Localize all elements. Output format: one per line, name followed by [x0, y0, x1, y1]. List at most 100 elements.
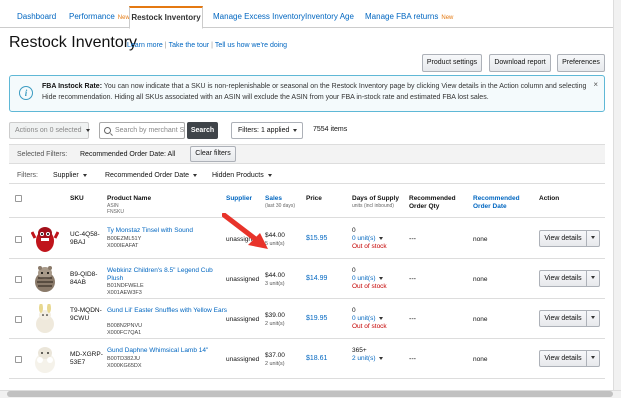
- action-dropdown-button[interactable]: [586, 270, 600, 287]
- price-column-header[interactable]: Price: [306, 195, 322, 203]
- product-name-link[interactable]: Gund Lil' Easter Snuffles with Yellow Ea…: [107, 307, 227, 315]
- select-all-checkbox[interactable]: [15, 195, 22, 202]
- preferences-button[interactable]: Preferences: [557, 54, 605, 72]
- hidden-products-filter[interactable]: Hidden Products: [212, 172, 272, 179]
- product-settings-button[interactable]: Product settings: [422, 54, 482, 72]
- sales-amount: $44.00: [265, 272, 285, 279]
- red-monster-toy-thumbnail[interactable]: [31, 224, 59, 254]
- red-arrow-annotation: [222, 213, 268, 249]
- new-badge: New: [441, 15, 454, 21]
- rec-date-column-header[interactable]: Recommended Order Date: [473, 195, 523, 211]
- search-button[interactable]: Search: [187, 122, 218, 139]
- row-rec-qty: ---: [409, 316, 416, 323]
- supplier-filter[interactable]: Supplier: [53, 172, 87, 179]
- sales-amount: $39.00: [265, 312, 285, 319]
- filters-label: Filters: 1 applied: [238, 127, 290, 134]
- product-name-link[interactable]: Webkinz Children's 8.5" Legend Cub Plush: [107, 267, 227, 283]
- lamb-plush-thumbnail[interactable]: [31, 344, 59, 374]
- product-name-link[interactable]: Ty Monstaz Tinsel with Sound: [107, 227, 227, 235]
- sales-sublabel: (last 30 days): [265, 203, 296, 209]
- rec-qty-column-header[interactable]: Recommended Order Qty: [409, 195, 459, 211]
- chevron-down-icon: [379, 236, 384, 240]
- dos-units-dropdown[interactable]: 2 unit(s): [352, 355, 384, 363]
- view-details-button[interactable]: View details: [539, 270, 587, 287]
- row-asin: B008N2PNVU: [107, 323, 143, 329]
- feedback-link[interactable]: Tell us how we're doing: [215, 42, 287, 49]
- action-dropdown-button[interactable]: [586, 230, 600, 247]
- chevron-down-icon: [267, 173, 272, 177]
- row-checkbox[interactable]: [15, 356, 22, 363]
- dos-units: 2 unit(s): [352, 355, 376, 362]
- dos-units-dropdown[interactable]: 0 unit(s): [352, 275, 387, 283]
- nav-tabs: Dashboard Performance New Restock Invento…: [0, 0, 621, 29]
- download-report-button[interactable]: Download report: [489, 54, 551, 72]
- chevron-down-icon: [591, 235, 595, 239]
- order-date-filter[interactable]: Recommended Order Date: [105, 172, 198, 179]
- tab-performance[interactable]: Performance New: [69, 6, 130, 28]
- row-price-link[interactable]: $18.61: [306, 355, 327, 362]
- dos-units-dropdown[interactable]: 0 unit(s): [352, 235, 387, 243]
- view-details-button[interactable]: View details: [539, 350, 587, 367]
- product-column-header[interactable]: Product Name ASIN FNSKU: [107, 195, 151, 215]
- action-dropdown-button[interactable]: [586, 350, 600, 367]
- tab-inventory-age[interactable]: Inventory Age: [305, 6, 354, 28]
- sku-column-header[interactable]: SKU: [70, 195, 84, 203]
- product-name-link[interactable]: Gund Daphne Whimsical Lamb 14": [107, 347, 227, 355]
- row-checkbox[interactable]: [15, 236, 22, 243]
- tab-label: Dashboard: [17, 12, 57, 21]
- tab-manage-excess-inventory[interactable]: Manage Excess Inventory: [213, 6, 305, 28]
- learn-more-link[interactable]: Learn more: [127, 42, 163, 49]
- filters-dropdown[interactable]: Filters: 1 applied: [231, 122, 303, 139]
- dos-units: 0 unit(s): [352, 235, 376, 242]
- dos-column-header[interactable]: Days of Supply units (incl inbound): [352, 195, 399, 209]
- scrollbar-thumb[interactable]: [7, 391, 613, 397]
- view-details-button[interactable]: View details: [539, 310, 587, 327]
- sales-column-header[interactable]: Sales (last 30 days): [265, 195, 295, 209]
- row-price-link[interactable]: $19.95: [306, 315, 327, 322]
- tab-label: Manage Excess Inventory: [213, 12, 306, 21]
- search-input[interactable]: Search by merchant S: [99, 122, 185, 139]
- tab-dashboard[interactable]: Dashboard: [17, 6, 56, 28]
- row-rec-date: none: [473, 236, 488, 243]
- action-dropdown-button[interactable]: [586, 310, 600, 327]
- dos-sublabel: units (incl inbound): [352, 203, 394, 209]
- vertical-scrollbar[interactable]: [613, 0, 621, 398]
- dos-header-label: Days of Supply: [352, 195, 399, 202]
- row-checkbox[interactable]: [15, 316, 22, 323]
- horizontal-scrollbar[interactable]: [0, 390, 621, 398]
- row-rec-qty: ---: [409, 356, 416, 363]
- row-days-of-supply: 00 unit(s) Out of stock: [352, 227, 387, 251]
- chevron-down-icon: [82, 173, 87, 177]
- bunny-plush-thumbnail[interactable]: [31, 304, 59, 334]
- clear-filters-button[interactable]: Clear filters: [190, 146, 236, 162]
- row-days-of-supply: 365+ 2 unit(s): [352, 347, 384, 363]
- row-price-link[interactable]: $14.99: [306, 275, 327, 282]
- supplier-column-header[interactable]: Supplier: [226, 195, 252, 203]
- sales-units: 2 unit(s): [265, 321, 285, 327]
- view-details-button[interactable]: View details: [539, 230, 587, 247]
- tab-manage-fba-returns[interactable]: Manage FBA returns New: [365, 6, 453, 28]
- tab-restock-inventory[interactable]: Restock Inventory: [129, 6, 203, 29]
- row-fnsku: X000KG65DX: [107, 363, 142, 369]
- sales-amount: $37.00: [265, 352, 285, 359]
- row-checkbox[interactable]: [15, 276, 22, 283]
- row-sales: $39.00 2 unit(s): [265, 312, 285, 328]
- tiger-cub-plush-thumbnail[interactable]: [31, 264, 59, 294]
- info-message: FBA Instock Rate: You can now indicate t…: [42, 81, 592, 103]
- take-tour-link[interactable]: Take the tour: [169, 42, 209, 49]
- row-sku: T9-MQDN-9CWU: [70, 307, 102, 322]
- actions-dropdown[interactable]: Actions on 0 selected: [9, 122, 90, 139]
- row-rec-qty: ---: [409, 236, 416, 243]
- row-sku: UC-4Q58-9BAJ: [70, 231, 100, 246]
- dos-units-dropdown[interactable]: 0 unit(s): [352, 315, 387, 323]
- items-count: 7554 items: [313, 126, 348, 133]
- dos-value: 0: [352, 227, 356, 234]
- dos-value: 365+: [352, 347, 367, 354]
- table-row: UC-4Q58-9BAJ Ty Monstaz Tinsel with Soun…: [9, 219, 605, 259]
- table-header: SKU Product Name ASIN FNSKU Supplier Sales…: [9, 185, 605, 218]
- row-price-link[interactable]: $15.95: [306, 235, 327, 242]
- close-icon[interactable]: ×: [593, 80, 598, 89]
- info-title: FBA Instock Rate:: [42, 83, 103, 90]
- row-rec-date: none: [473, 356, 488, 363]
- action-column-header: Action: [539, 195, 560, 202]
